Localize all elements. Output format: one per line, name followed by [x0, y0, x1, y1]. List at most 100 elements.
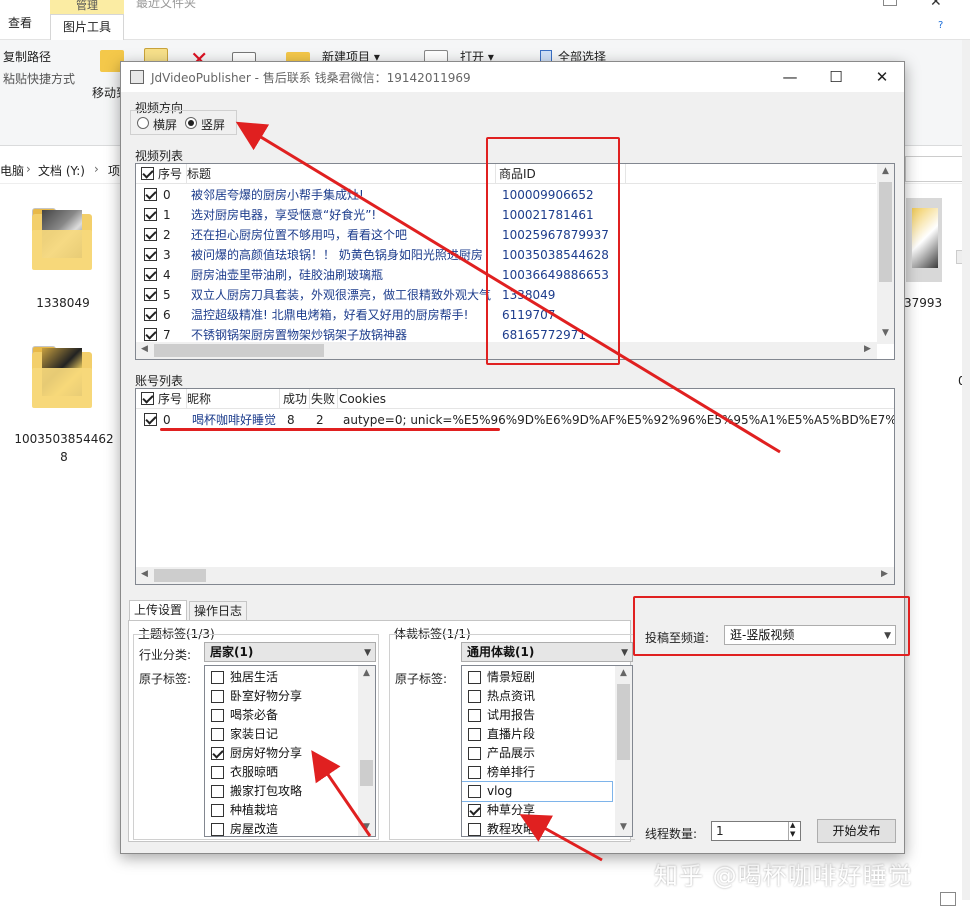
tag-checkbox[interactable] [211, 823, 224, 836]
scroll-down-icon[interactable]: ▼ [358, 822, 375, 832]
stepper-down-icon[interactable]: ▼ [790, 830, 795, 838]
file-label[interactable]: 1338049 [20, 296, 106, 310]
tag-checkbox[interactable] [211, 804, 224, 817]
scroll-right-icon[interactable]: ▶ [859, 344, 876, 354]
column-nickname[interactable]: 昵称 [184, 389, 280, 409]
breadcrumb-next[interactable]: 项 [108, 162, 120, 179]
scroll-right-icon[interactable]: ▶ [876, 569, 893, 579]
video-checkbox[interactable] [144, 328, 157, 341]
tag-checkbox[interactable] [468, 690, 481, 703]
file-label-line2[interactable]: 8 [12, 450, 116, 464]
minimize-button[interactable]: — [767, 62, 813, 92]
account-row[interactable]: 0 喝杯咖啡好睡觉 8 2 autype=0; unick=%E5%96%9D%… [136, 410, 894, 430]
scroll-left-icon[interactable]: ◀ [136, 344, 153, 354]
tag-checkbox[interactable] [468, 804, 481, 817]
video-checkbox[interactable] [144, 288, 157, 301]
landscape-radio[interactable] [137, 117, 149, 129]
file-label[interactable]: 37993 [904, 296, 942, 310]
column-cookies[interactable]: Cookies [336, 389, 894, 409]
tab-upload-settings[interactable]: 上传设置 [129, 600, 188, 621]
select-all-videos-checkbox[interactable] [141, 167, 154, 180]
close-button[interactable]: ✕ [859, 62, 905, 92]
column-fail[interactable]: 失败 [308, 389, 338, 409]
tag-item[interactable]: 房屋改造 [205, 820, 375, 836]
stepper-buttons[interactable]: ▲ ▼ [788, 821, 800, 840]
tag-checkbox[interactable] [468, 709, 481, 722]
tag-item[interactable]: 种植栽培 [205, 801, 375, 820]
tag-item[interactable]: 喝茶必备 [205, 706, 375, 725]
tag-checkbox[interactable] [211, 728, 224, 741]
tag-checkbox[interactable] [468, 728, 481, 741]
industry-select[interactable]: 居家(1) ▼ [204, 642, 376, 662]
column-index[interactable]: 序号 [155, 389, 187, 409]
paste-shortcut-button[interactable]: 粘贴快捷方式 [3, 70, 75, 87]
folder-icon[interactable] [32, 346, 92, 408]
genre-select[interactable]: 通用体裁(1) ▼ [461, 642, 633, 662]
breadcrumb-pc[interactable]: 电脑 [0, 162, 24, 179]
scroll-thumb[interactable] [360, 760, 373, 786]
tag-checkbox[interactable] [468, 766, 481, 779]
threads-stepper[interactable]: 1 ▲ ▼ [711, 821, 801, 841]
explorer-close-icon[interactable]: ✕ [930, 0, 942, 10]
scroll-up-icon[interactable]: ▲ [877, 166, 894, 176]
account-list-hscroll[interactable]: ◀ ▶ [136, 567, 894, 584]
video-checkbox[interactable] [144, 248, 157, 261]
tab-view[interactable]: 查看 [8, 14, 32, 31]
column-title[interactable]: 标题 [184, 164, 496, 184]
explorer-search-input[interactable] [905, 156, 965, 182]
tag-checkbox[interactable] [211, 766, 224, 779]
video-checkbox[interactable] [144, 208, 157, 221]
genre-tags-checklist[interactable]: 情景短剧 热点资讯 试用报告 直播片段 产品展示 榜单排行 vlog 种草分享 教程攻略 ▲ ▼ [461, 665, 633, 837]
tag-item[interactable]: 教程攻略 [462, 820, 632, 836]
tag-item[interactable]: 种草分享 [462, 801, 632, 820]
folder-icon[interactable] [32, 208, 92, 270]
explorer-scrollbar[interactable] [962, 40, 970, 900]
video-list-vscroll[interactable]: ▲ ▼ [877, 164, 894, 344]
tag-checkbox[interactable] [211, 690, 224, 703]
landscape-label[interactable]: 横屏 [153, 116, 177, 133]
scroll-down-icon[interactable]: ▼ [615, 822, 632, 832]
tag-item[interactable]: 直播片段 [462, 725, 632, 744]
tag-checkbox[interactable] [468, 671, 481, 684]
scroll-up-icon[interactable]: ▲ [358, 668, 375, 678]
tag-item[interactable]: 卧室好物分享 [205, 687, 375, 706]
tag-checkbox[interactable] [468, 785, 481, 798]
tag-item[interactable]: 情景短剧 [462, 668, 632, 687]
tag-checkbox[interactable] [211, 709, 224, 722]
column-success[interactable]: 成功 [280, 389, 310, 409]
scroll-thumb[interactable] [879, 182, 892, 282]
thumbnail-selected[interactable] [906, 198, 942, 282]
tag-item[interactable]: 试用报告 [462, 706, 632, 725]
tab-picture-tools[interactable]: 图片工具 [50, 14, 124, 40]
breadcrumb-docs[interactable]: 文档 (Y:) [38, 162, 85, 179]
tag-checkbox[interactable] [211, 671, 224, 684]
scroll-up-icon[interactable]: ▲ [615, 668, 632, 678]
tag-item[interactable]: 独居生活 [205, 668, 375, 687]
hscroll-thumb[interactable] [154, 344, 324, 357]
genre-vscroll[interactable]: ▲ ▼ [615, 666, 632, 836]
copy-path-button[interactable]: 复制路径 [3, 48, 51, 65]
tag-checkbox[interactable] [468, 747, 481, 760]
tag-item[interactable]: 产品展示 [462, 744, 632, 763]
scroll-left-icon[interactable]: ◀ [136, 569, 153, 579]
view-toggle-icon[interactable] [940, 892, 956, 906]
explorer-maximize-icon[interactable] [883, 0, 897, 6]
stepper-up-icon[interactable]: ▲ [790, 821, 795, 829]
account-list[interactable]: 序号 昵称 成功 失败 Cookies 0 喝杯咖啡好睡觉 8 2 autype… [135, 388, 895, 585]
file-label[interactable]: 1003503854462 [12, 432, 116, 446]
scroll-thumb[interactable] [617, 684, 630, 760]
tag-item[interactable]: 搬家打包攻略 [205, 782, 375, 801]
portrait-radio[interactable] [185, 117, 197, 129]
tag-item[interactable]: 厨房好物分享 [205, 744, 375, 763]
tag-checkbox[interactable] [211, 785, 224, 798]
titlebar[interactable]: JdVideoPublisher - 售后联系 钱桑君微信：1914201196… [121, 62, 904, 92]
tag-item[interactable]: 热点资讯 [462, 687, 632, 706]
video-checkbox[interactable] [144, 188, 157, 201]
start-publish-button[interactable]: 开始发布 [817, 819, 896, 843]
tag-checkbox[interactable] [211, 747, 224, 760]
video-checkbox[interactable] [144, 308, 157, 321]
column-index[interactable]: 序号 [155, 164, 187, 184]
manage-tab[interactable]: 管理 [50, 0, 124, 14]
tag-item[interactable]: 衣服晾晒 [205, 763, 375, 782]
tag-item[interactable]: vlog [462, 781, 613, 802]
